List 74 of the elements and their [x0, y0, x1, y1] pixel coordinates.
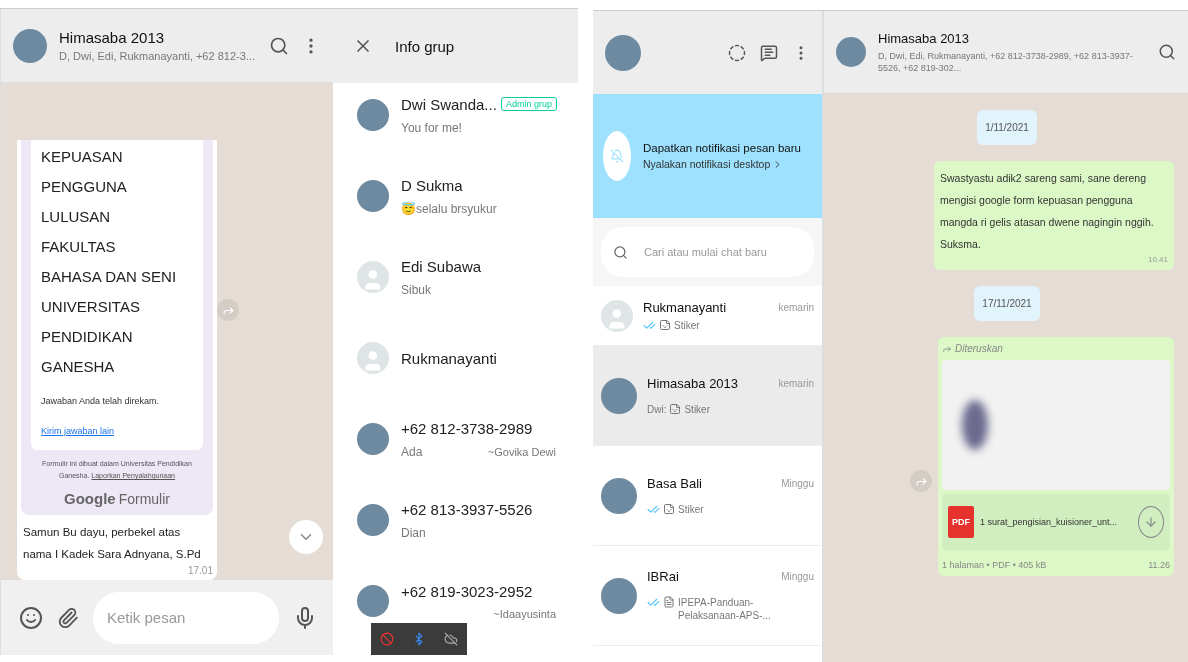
search-icon: [613, 244, 628, 260]
forwarded-label: Diteruskan: [942, 339, 1170, 360]
chat-name: Himasaba 2013: [647, 375, 739, 391]
chat-preview: IPEPA-Panduan-Pelaksanaan-APS-...: [678, 596, 772, 622]
member-name: Dwi Swanda...: [401, 95, 497, 113]
chat-item[interactable]: Himasaba 2013 kemarin Dwi: Stiker: [593, 346, 822, 446]
sticker-icon: [663, 502, 675, 515]
search-icon[interactable]: [1158, 43, 1176, 61]
chat-name: IBRai: [647, 569, 679, 584]
chat-time: kemarin: [778, 301, 814, 313]
chat-title: Himasaba 2013: [878, 30, 971, 46]
pdf-icon: PDF: [948, 506, 974, 538]
brand-text: Formulir: [118, 491, 170, 507]
member-status: You for me!: [401, 120, 462, 135]
emoji-icon[interactable]: [19, 605, 43, 630]
search-icon[interactable]: [269, 35, 289, 56]
photo-placeholder: [13, 28, 47, 63]
photo-placeholder: [836, 37, 866, 67]
chat-name: Basa Bali: [647, 475, 702, 491]
chat-subtitle: D, Dwi, Edi, Rukmanayanti, +62 812-3...: [59, 50, 256, 62]
member-name: Edi Subawa: [401, 257, 482, 275]
chat-preview: Stiker: [674, 318, 700, 332]
new-chat-icon[interactable]: [760, 43, 778, 62]
member-alias: ~Idaayusinta: [493, 607, 556, 620]
member-name: +62 812-3738-2989: [401, 419, 533, 437]
date-label: 1/11/2021: [977, 110, 1037, 145]
chat-subtitle: D, Dwi, Edi, Rukmanayanti, +62 812-3738-2989, +62 813-3937-5526, +62 819-302...: [878, 49, 1134, 74]
banner-link[interactable]: Nyalakan notifikasi desktop: [643, 158, 771, 170]
forward-icon: [942, 343, 952, 354]
chat-time: Minggu: [781, 477, 814, 489]
member-status: 😇selalu brsyukur: [401, 201, 497, 216]
message-time: 10.41: [1147, 255, 1168, 264]
member-alias: ~Govika Dewi: [487, 445, 556, 458]
message-text: Samun Bu dayu, perbekel atas nama I Kadek Sara Adnyana, S.Pd: [22, 525, 202, 562]
message-time: 17.01: [187, 565, 213, 576]
file-meta: 1 halaman • PDF • 405 kB: [942, 560, 1047, 570]
brand-logo: Google: [64, 490, 116, 507]
file-name: 1 surat_pengisian_kuisioner_unt...: [980, 517, 1119, 527]
member-name: Rukmanayanti: [401, 349, 497, 367]
form-title: KEPUASAN PENGGUNA LULUSAN FAKULTAS BAHASA DAN SENI UNIVERSITAS PENDIDIKAN GANESHA: [41, 147, 178, 377]
sticker-icon: [669, 402, 682, 415]
document-icon: [663, 596, 675, 608]
photo-placeholder: [605, 34, 641, 71]
chat-preview: Stiker: [678, 502, 704, 516]
member-name: +62 819-3023-2952: [401, 582, 533, 600]
sender-name: Dwi:: [647, 402, 667, 416]
bell-off-icon: [603, 131, 631, 181]
document-row[interactable]: PDF 1 surat_pengisian_kuisioner_unt...: [942, 494, 1170, 550]
notification-banner[interactable]: Dapatkan notifikasi pesan baru Nyalakan notifikasi desktop: [593, 94, 822, 218]
attach-icon[interactable]: [57, 606, 79, 629]
chat-name: Rukmanayanti: [643, 299, 727, 315]
blocked-app-icon[interactable]: [380, 632, 394, 646]
admin-badge: Admin grup: [500, 97, 557, 111]
message-time: 11.26: [1148, 560, 1170, 570]
sticker-icon: [659, 318, 671, 331]
chat-title: Himasaba 2013: [59, 29, 166, 46]
member-name: +62 813-3937-5526: [401, 500, 533, 518]
date-label: 17/11/2021: [974, 286, 1040, 321]
chat-preview: Stiker: [684, 402, 710, 416]
arrow-down-icon: [1144, 515, 1158, 529]
chat-time: kemarin: [778, 377, 814, 389]
chat-time: Minggu: [781, 571, 814, 582]
status-icon[interactable]: [728, 43, 746, 62]
banner-title: Dapatkan notifikasi pesan baru: [643, 142, 802, 154]
member-status: Sibuk: [401, 282, 432, 297]
link[interactable]: Kirim jawaban lain: [41, 426, 115, 436]
panel-title: Info grup: [395, 37, 455, 55]
confirmation-text: Jawaban Anda telah direkam.: [41, 396, 161, 406]
member-status: Ada: [401, 444, 423, 459]
member-status: Dian: [401, 525, 426, 540]
cloud-off-icon[interactable]: [444, 632, 458, 646]
message-text: Swastyastu adik2 sareng sami, sane dereng mengisi google form kepuasan pengguna mangda ri gelis atasan dwene nagingin nggih. Suksma.: [940, 171, 1155, 252]
message-input[interactable]: Ketik pesan: [93, 591, 279, 644]
member-name: D Sukma: [401, 176, 463, 194]
